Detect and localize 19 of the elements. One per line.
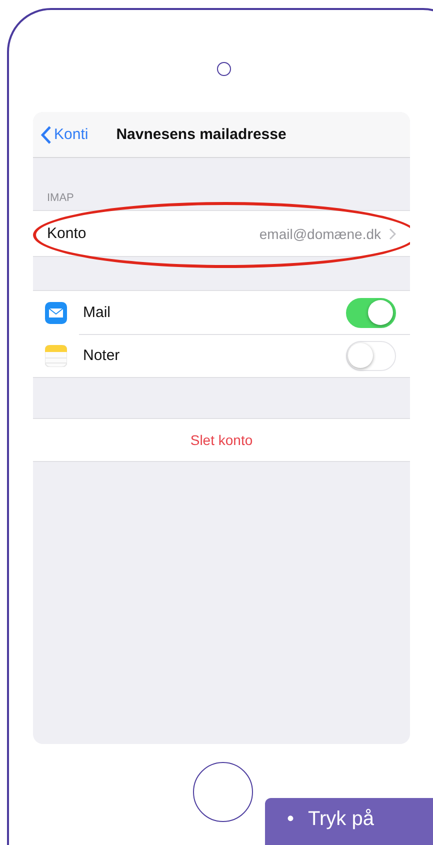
bullet-mark: • — [287, 808, 294, 831]
toggle-switch[interactable] — [346, 298, 396, 328]
app-label: Mail — [83, 304, 111, 321]
notes-app-icon — [45, 344, 67, 366]
account-row[interactable]: Konto email@domæne.dk — [33, 210, 410, 257]
account-email: email@domæne.dk — [259, 226, 381, 242]
callout-text: Tryk på — [308, 808, 374, 831]
app-label: Noter — [83, 347, 120, 364]
toggle-switch[interactable] — [346, 340, 396, 370]
back-chevron-icon — [41, 126, 51, 144]
back-link[interactable]: Konti — [41, 126, 88, 144]
camera-circle — [217, 62, 231, 76]
delete-account-button[interactable]: Slet konto — [33, 418, 410, 462]
screen-title: Navnesens mailadresse — [116, 126, 286, 143]
account-label: Konto — [47, 225, 86, 242]
section-header: IMAP — [46, 191, 75, 206]
mail-app-icon — [45, 302, 67, 324]
chevron-icon — [389, 228, 396, 240]
home-button[interactable] — [193, 762, 253, 822]
